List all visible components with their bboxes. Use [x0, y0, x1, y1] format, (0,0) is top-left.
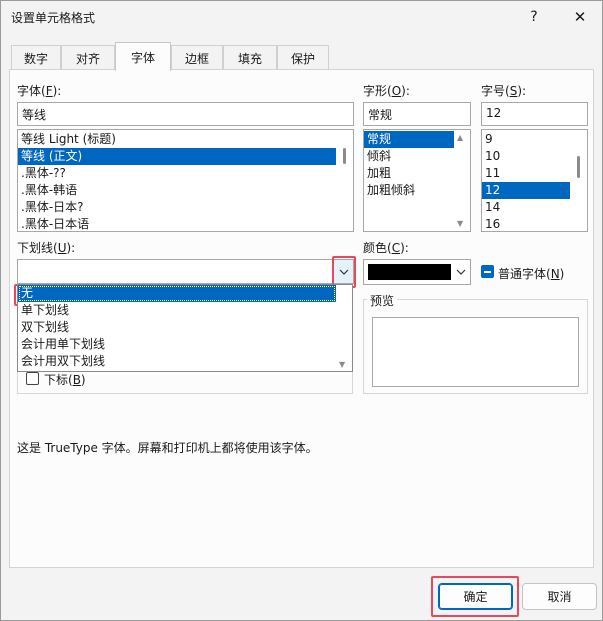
- size-input[interactable]: 12: [481, 102, 588, 126]
- underline-option-selected[interactable]: 无: [18, 285, 336, 302]
- dropdown-scrollbar[interactable]: ▼: [336, 285, 352, 371]
- title-bar: 设置单元格格式 ? ✕: [1, 1, 602, 33]
- font-list-item[interactable]: .黑体-日本语: [18, 216, 336, 231]
- underline-option[interactable]: 会计用双下划线: [18, 353, 336, 370]
- font-list-scrollbar[interactable]: [337, 130, 353, 231]
- color-dropdown-button[interactable]: [452, 260, 470, 284]
- preview-area: [372, 317, 579, 387]
- scroll-thumb[interactable]: [343, 148, 346, 164]
- size-list-scrollbar[interactable]: [571, 130, 587, 231]
- color-swatch: [368, 264, 451, 280]
- format-cells-dialog: 设置单元格格式 ? ✕ 数字 对齐 字体 边框 填充 保护 字体(F): 等线 …: [0, 0, 603, 621]
- style-list-item[interactable]: 加粗倾斜: [364, 182, 454, 199]
- font-list[interactable]: 等线 Light (标题) 等线 (正文) .黑体-?? .黑体-韩语 .黑体-…: [17, 129, 354, 232]
- size-list-item[interactable]: 11: [482, 165, 570, 182]
- style-list-item[interactable]: 加粗: [364, 165, 454, 182]
- scroll-up-icon[interactable]: ▲: [457, 133, 463, 142]
- size-list-item[interactable]: 10: [482, 148, 570, 165]
- tab-number[interactable]: 数字: [11, 45, 61, 70]
- size-list[interactable]: 9 10 11 12 14 16: [481, 129, 588, 232]
- chevron-down-icon: [456, 269, 466, 275]
- chevron-down-icon: [339, 269, 348, 275]
- size-list-item[interactable]: 9: [482, 131, 570, 148]
- underline-label: 下划线(U):: [17, 241, 76, 255]
- underline-option[interactable]: 双下划线: [18, 319, 336, 336]
- size-label: 字号(S):: [481, 84, 527, 98]
- tab-alignment[interactable]: 对齐: [61, 45, 115, 70]
- underline-option[interactable]: 单下划线: [18, 302, 336, 319]
- subscript-label: 下标(B): [44, 373, 86, 387]
- size-list-item-selected[interactable]: 12: [482, 182, 570, 199]
- normal-font-checkbox[interactable]: [481, 265, 494, 278]
- ok-button[interactable]: 确定: [438, 583, 513, 610]
- size-list-item[interactable]: 16: [482, 216, 570, 231]
- font-list-item[interactable]: .黑体-??: [18, 165, 336, 182]
- close-button[interactable]: ✕: [557, 1, 603, 33]
- underline-select[interactable]: [17, 259, 354, 284]
- font-list-item[interactable]: .黑体-韩语: [18, 182, 336, 199]
- underline-option[interactable]: 会计用单下划线: [18, 336, 336, 353]
- subscript-checkbox[interactable]: [26, 372, 39, 385]
- style-label: 字形(O):: [363, 84, 410, 98]
- color-label: 颜色(C):: [363, 241, 409, 255]
- scroll-down-icon[interactable]: ▼: [339, 360, 345, 369]
- preview-title: 预览: [367, 292, 398, 309]
- style-list-item-selected[interactable]: 常规: [364, 131, 454, 148]
- help-button[interactable]: ?: [511, 1, 557, 33]
- cancel-button[interactable]: 取消: [522, 583, 597, 610]
- scroll-down-icon[interactable]: ▼: [457, 219, 463, 228]
- tab-border[interactable]: 边框: [171, 45, 223, 70]
- style-list-item[interactable]: 倾斜: [364, 148, 454, 165]
- scroll-thumb[interactable]: [577, 156, 580, 178]
- font-label: 字体(F):: [17, 84, 62, 98]
- tab-fill[interactable]: 填充: [223, 45, 277, 70]
- underline-dropdown-list[interactable]: 无 单下划线 双下划线 会计用单下划线 会计用双下划线 ▼: [17, 284, 353, 372]
- style-list[interactable]: 常规 倾斜 加粗 加粗倾斜 ▲ ▼: [363, 129, 471, 232]
- style-list-scrollbar[interactable]: ▲ ▼: [454, 130, 470, 231]
- size-list-item[interactable]: 14: [482, 199, 570, 216]
- font-list-item-selected[interactable]: 等线 (正文): [18, 148, 336, 165]
- font-list-item[interactable]: .黑体-日本?: [18, 199, 336, 216]
- tab-font[interactable]: 字体: [115, 42, 171, 71]
- normal-font-label: 普通字体(N): [498, 267, 565, 281]
- tab-protection[interactable]: 保护: [277, 45, 329, 70]
- font-input[interactable]: 等线: [17, 102, 354, 126]
- dialog-title: 设置单元格格式: [11, 11, 96, 25]
- color-select[interactable]: [363, 259, 471, 285]
- font-info-text: 这是 TrueType 字体。屏幕和打印机上都将使用该字体。: [17, 441, 318, 455]
- font-list-item[interactable]: 等线 Light (标题): [18, 131, 336, 148]
- style-input[interactable]: 常规: [363, 102, 471, 126]
- underline-dropdown-button[interactable]: [333, 260, 353, 283]
